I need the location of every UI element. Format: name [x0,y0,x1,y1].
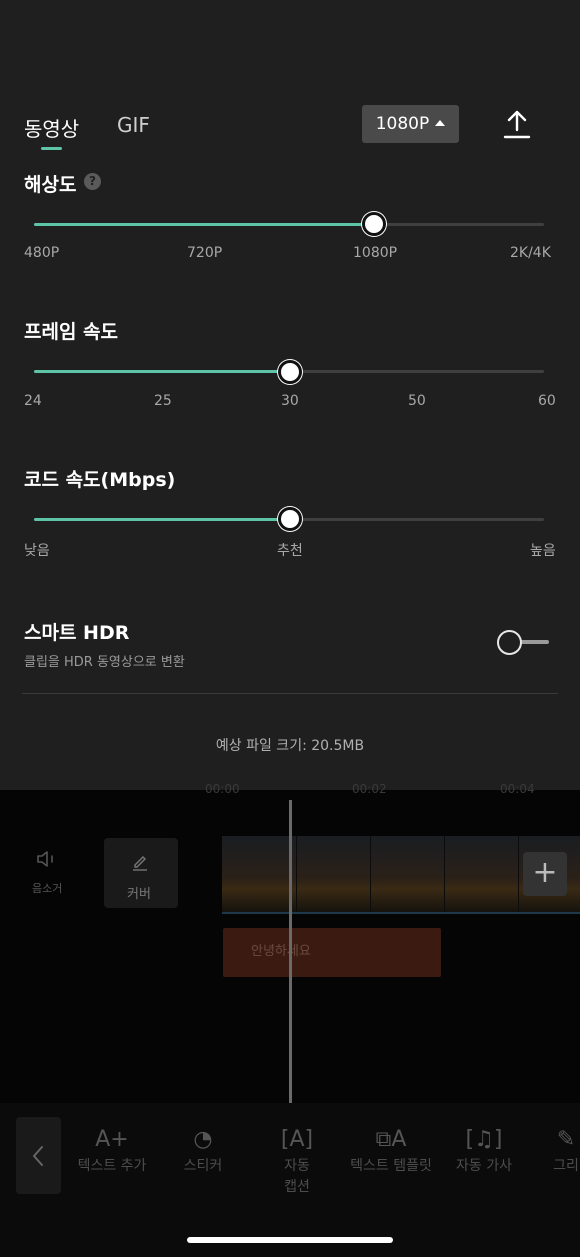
chevron-left-icon [33,1146,43,1166]
divider [22,693,558,694]
frame-rate-tick: 30 [281,393,299,409]
frame-rate-title: 프레임 속도 [24,321,119,343]
auto-lyrics-icon: [♫] [465,1127,503,1152]
mute-label: 음소거 [32,882,63,895]
tool-label: 자동 가사 [456,1158,512,1174]
bitrate-tick: 낮음 [24,543,50,559]
frame-rate-slider-fill [34,370,290,373]
bitrate-slider-fill [34,518,290,521]
caret-up-icon [435,120,446,126]
sticker-icon: ◔ [193,1127,213,1152]
resolution-tick: 480P [24,245,60,261]
tool-label: 텍스트 템플릿 [350,1158,432,1174]
tool-label: 스티커 [183,1158,223,1174]
resolution-slider-track[interactable] [34,223,544,226]
auto-caption-icon: [A] [280,1127,314,1152]
tool-label: 텍스트 추가 [77,1158,147,1174]
tool-text-template[interactable]: ⧉A 텍스트 템플릿 [342,1124,440,1177]
resolution-slider-knob[interactable] [362,212,386,236]
bitrate-slider-knob[interactable] [278,507,302,531]
playhead[interactable] [289,800,292,1112]
text-clip-label: 안녕하세요 [251,944,311,959]
home-indicator[interactable] [187,1237,393,1243]
back-button[interactable] [16,1117,61,1194]
cover-label: 커버 [127,887,151,902]
clip-frame-divider [444,836,445,912]
audio-line [222,912,580,914]
frame-rate-tick: 25 [154,393,172,409]
resolution-dropdown-button[interactable]: 1080P [362,105,459,143]
bitrate-tick: 추천 [277,543,303,559]
add-clip-button[interactable]: + [523,852,567,896]
toggle-thumb [497,630,522,655]
text-clip[interactable]: 안녕하세요 [223,928,441,977]
clip-frame-divider [296,836,297,912]
timecode: 00:04 [500,782,535,796]
frame-rate-tick: 60 [538,393,556,409]
add-text-icon: A+ [95,1127,129,1152]
speaker-icon[interactable] [36,849,60,869]
tool-label: 그리 [553,1158,579,1174]
resolution-title: 해상도 [24,174,77,196]
tool-sticker[interactable]: ◔ 스티커 [170,1124,236,1177]
frame-rate-slider-knob[interactable] [278,360,302,384]
bitrate-title: 코드 속도(Mbps) [24,469,176,491]
resolution-dropdown-label: 1080P [375,114,430,134]
resolution-tick: 1080P [353,245,398,261]
tool-auto-caption[interactable]: [A] 자동 캡션 [266,1124,328,1198]
smart-hdr-toggle[interactable] [497,628,551,656]
smart-hdr-subtitle: 클립을 HDR 동영상으로 변환 [24,655,185,670]
tool-label: 캡션 [284,1179,310,1195]
clip-frame-divider [518,836,519,912]
resolution-tick: 720P [187,245,223,261]
tab-gif[interactable]: GIF [117,113,150,137]
export-upload-icon[interactable] [503,108,531,140]
tab-video[interactable]: 동영상 [24,113,79,142]
resolution-slider-fill [34,223,374,226]
clip-frame-divider [370,836,371,912]
frame-rate-tick: 50 [408,393,426,409]
tool-auto-lyrics[interactable]: [♫] 자동 가사 [450,1124,518,1177]
tool-label: 자동 [284,1158,310,1174]
text-template-icon: ⧉A [375,1127,407,1152]
bitrate-tick: 높음 [530,543,556,559]
resolution-tick: 2K/4K [510,245,551,261]
tool-add-text[interactable]: A+ 텍스트 추가 [72,1124,152,1177]
pencil-icon [133,856,147,871]
timecode: 00:00 [205,782,240,796]
help-icon[interactable]: ? [84,173,101,190]
estimated-file-size: 예상 파일 크기: 20.5MB [215,738,365,754]
frame-rate-tick: 24 [24,393,42,409]
draw-icon: ✎ [556,1127,576,1152]
tool-draw[interactable]: ✎ 그리 [552,1124,580,1177]
export-settings-sheet: 동영상 GIF 1080P 해상도 ? 480P 720P 1080P 2K/4… [0,0,580,790]
timecode: 00:02 [352,782,387,796]
smart-hdr-title: 스마트 HDR [24,622,130,644]
tab-underline [41,147,62,150]
